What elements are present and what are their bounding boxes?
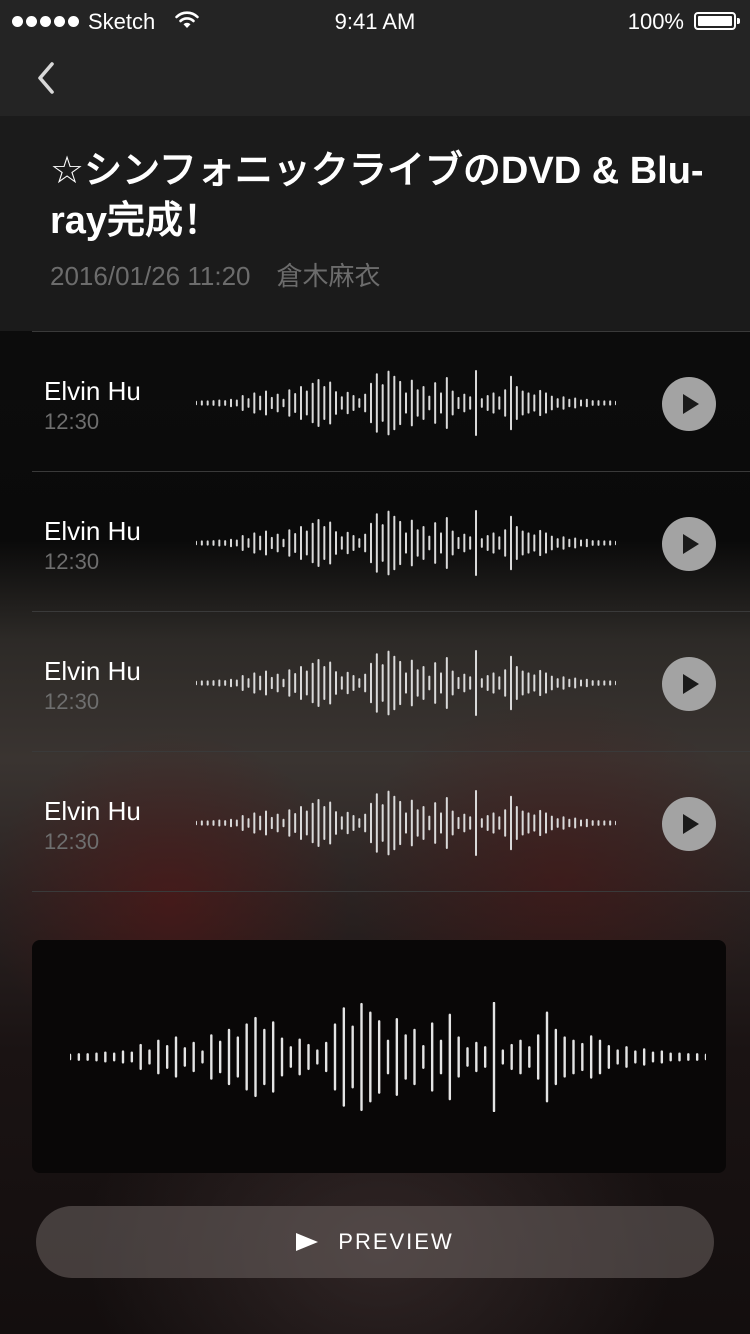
voice-message-row[interactable]: Elvin Hu 12:30 <box>32 331 750 471</box>
message-duration: 12:30 <box>44 829 100 854</box>
play-button[interactable] <box>662 657 716 711</box>
post-date: 2016/01/26 11:20 <box>50 261 251 291</box>
waveform-icon <box>196 790 616 856</box>
voice-message-list: Elvin Hu 12:30 Elvin Hu 12:30 Elvin Hu 1… <box>32 331 750 892</box>
message-duration: 12:30 <box>44 549 100 574</box>
sender-name: Elvin Hu <box>44 376 141 406</box>
play-icon <box>683 814 699 834</box>
battery-percentage: 100% <box>627 9 684 34</box>
sender-name: Elvin Hu <box>44 516 141 546</box>
message-duration: 12:30 <box>44 409 100 434</box>
post-meta: 2016/01/26 11:20 倉木麻衣 <box>50 256 381 293</box>
play-button[interactable] <box>662 517 716 571</box>
play-button[interactable] <box>662 377 716 431</box>
message-duration: 12:30 <box>44 689 100 714</box>
waveform-icon <box>196 370 616 436</box>
voice-message-row[interactable]: Elvin Hu 12:30 <box>32 751 750 892</box>
chevron-left-icon[interactable] <box>30 58 66 98</box>
play-icon <box>683 674 699 694</box>
play-icon <box>683 534 699 554</box>
sender-name: Elvin Hu <box>44 796 141 826</box>
post-title: ☆シンフォニックライブのDVD & Blu-ray完成！ <box>50 150 704 242</box>
play-button[interactable] <box>662 797 716 851</box>
sender-name: Elvin Hu <box>44 656 141 686</box>
waveform-preview-panel <box>32 940 726 1173</box>
waveform-icon <box>196 650 616 716</box>
battery-icon <box>694 12 740 30</box>
waveform-icon <box>70 1002 706 1112</box>
status-bar: Sketch 9:41 AM 100% <box>0 0 750 44</box>
post-author: 倉木麻衣 <box>276 261 381 291</box>
voice-message-row[interactable]: Elvin Hu 12:30 <box>32 471 750 611</box>
preview-button[interactable]: PREVIEW <box>36 1206 714 1278</box>
waveform-icon <box>196 510 616 576</box>
voice-message-row[interactable]: Elvin Hu 12:30 <box>32 611 750 751</box>
post-header: ☆シンフォニックライブのDVD & Blu-ray完成！ 2016/01/26 … <box>0 116 750 331</box>
preview-label: PREVIEW <box>338 1229 454 1254</box>
play-icon <box>296 1233 319 1251</box>
navigation-bar <box>0 44 750 116</box>
play-icon <box>683 394 699 414</box>
